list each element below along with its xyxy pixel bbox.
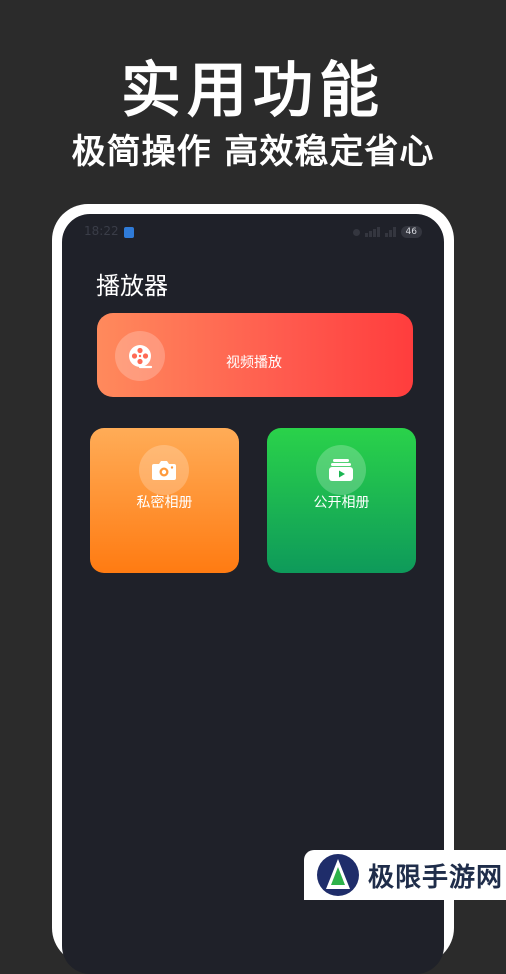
video-album-icon <box>316 445 366 495</box>
notification-icon <box>124 227 134 238</box>
site-watermark: 极限手游网 <box>304 850 506 900</box>
status-bar: 18:22 46 <box>62 224 444 242</box>
status-indicators: 46 <box>352 226 422 238</box>
video-play-label: 视频播放 <box>226 355 282 371</box>
private-album-button[interactable]: 私密相册 <box>90 428 239 573</box>
alarm-icon <box>352 228 360 236</box>
page-title: 播放器 <box>96 272 168 300</box>
video-play-button[interactable]: 视频播放 <box>97 313 413 397</box>
watermark-text: 极限手游网 <box>368 862 504 893</box>
public-album-button[interactable]: 公开相册 <box>267 428 416 573</box>
wifi-icon <box>384 227 396 237</box>
promo-subheadline: 极简操作 高效稳定省心 <box>71 132 435 172</box>
film-reel-icon <box>115 331 165 381</box>
signal-icon <box>364 227 380 237</box>
status-time: 18:22 <box>84 224 119 238</box>
private-album-label: 私密相册 <box>136 495 193 511</box>
public-album-label: 公开相册 <box>313 495 370 511</box>
promo-headline: 实用功能 <box>121 56 385 126</box>
network-badge: 46 <box>400 226 422 238</box>
camera-icon <box>139 445 189 495</box>
site-logo-icon <box>317 854 359 896</box>
